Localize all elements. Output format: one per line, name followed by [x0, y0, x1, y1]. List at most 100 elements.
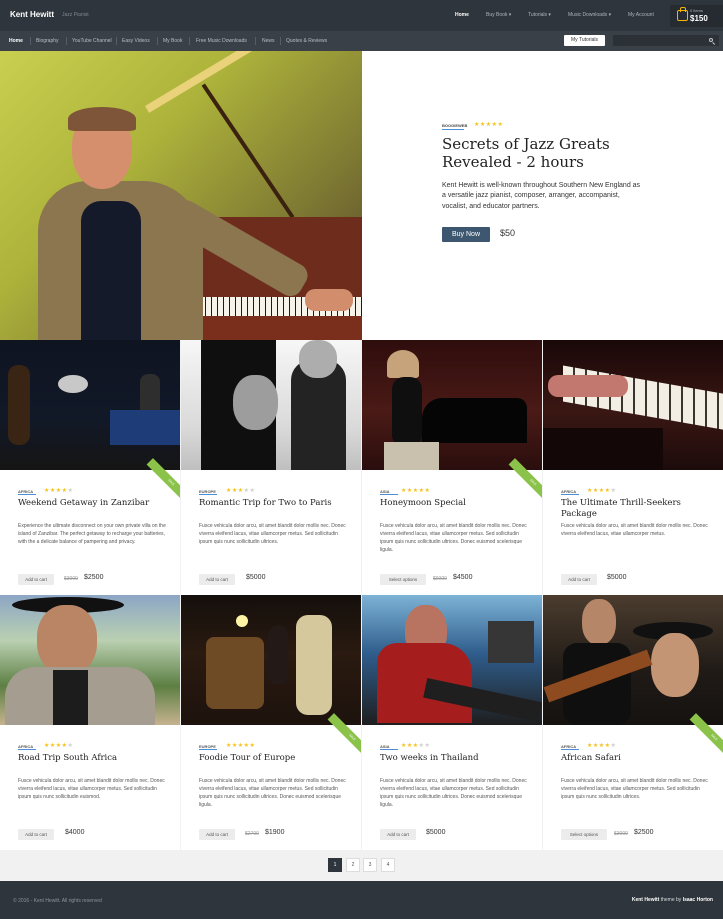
add-to-cart-button[interactable]: Add to cart — [18, 574, 54, 585]
old-price: $3000 — [64, 576, 78, 582]
nav-tutorials[interactable]: Tutorials ▾ — [528, 12, 551, 18]
face-shape — [582, 599, 616, 645]
page-3-button[interactable]: 3 — [363, 858, 377, 872]
theme-author-link[interactable]: Isaac Horton — [683, 897, 713, 903]
subnav-divider — [189, 37, 190, 45]
hero-price: $50 — [500, 228, 516, 238]
subnav-quotes-reviews[interactable]: Quotes & Reviews — [286, 38, 327, 44]
speaker-shape — [110, 410, 180, 445]
nav-home[interactable]: Home — [455, 12, 469, 18]
add-to-cart-button[interactable]: Add to cart — [199, 574, 235, 585]
product-body: SALE AFRICA ★★★★★ African Safari Fusce v… — [543, 713, 723, 850]
category-underline — [18, 749, 36, 750]
product-description: Fusce vehicula dolor arcu, sit amet blan… — [380, 778, 527, 808]
product-image[interactable] — [362, 595, 542, 725]
hero-photo[interactable] — [0, 51, 362, 340]
face-shape — [37, 605, 97, 675]
site-brand[interactable]: Kent Hewitt — [10, 10, 54, 19]
add-to-cart-button[interactable]: Add to cart — [199, 829, 235, 840]
product-image[interactable] — [0, 340, 180, 470]
subnav-my-book[interactable]: My Book — [163, 38, 182, 44]
product-card: ASIA ★★★★★ Two weeks in Thailand Fusce v… — [362, 595, 542, 850]
product-rating-stars: ★★★★★ — [44, 488, 74, 494]
piano-shape — [422, 398, 527, 443]
subnav-biography[interactable]: Biography — [36, 38, 59, 44]
musician-shape — [392, 377, 422, 447]
hero-title[interactable]: Secrets of Jazz Greats Revealed - 2 hour… — [442, 135, 662, 171]
select-options-button[interactable]: Select options — [561, 829, 607, 840]
hand-shape — [305, 289, 353, 311]
hand-shape — [548, 375, 628, 397]
product-image[interactable] — [181, 340, 361, 470]
search-icon[interactable] — [709, 38, 713, 42]
subnav-youtube-channel[interactable]: YouTube Channel — [72, 38, 112, 44]
subnav-free-music-downloads[interactable]: Free Music Downloads — [196, 38, 247, 44]
product-title[interactable]: African Safari — [561, 753, 711, 764]
hero-rating-stars: ★★★★★ — [474, 122, 504, 128]
nav-buy-book[interactable]: Buy Book ▾ — [486, 12, 511, 18]
page-1-button[interactable]: 1 — [328, 858, 342, 872]
nav-music-downloads[interactable]: Music Downloads ▾ — [568, 12, 611, 18]
category-underline — [442, 129, 464, 130]
select-options-button[interactable]: Select options — [380, 574, 426, 585]
shirt-shape — [53, 670, 88, 725]
product-price: $2500 — [84, 574, 104, 581]
add-to-cart-button[interactable]: Add to cart — [561, 574, 597, 585]
top-header: Kent Hewitt Jazz Pianist Home Buy Book ▾… — [0, 0, 723, 31]
product-image[interactable] — [543, 340, 723, 470]
subnav-divider — [280, 37, 281, 45]
piano-lid-shape — [145, 51, 312, 113]
cart-total: $150 — [690, 14, 708, 23]
product-rating-stars: ★★★★★ — [226, 488, 256, 494]
product-description: Fusce vehicula dolor arcu, sit amet blan… — [561, 778, 708, 800]
product-title[interactable]: The Ultimate Thrill-Seekers Package — [561, 498, 711, 520]
page-2-button[interactable]: 2 — [346, 858, 360, 872]
subnav-divider — [157, 37, 158, 45]
hero-category[interactable]: BOOGIEWEB — [442, 123, 467, 128]
product-title[interactable]: Road Trip South Africa — [18, 753, 168, 764]
product-image[interactable] — [543, 595, 723, 725]
product-price: $2500 — [634, 829, 654, 836]
product-title[interactable]: Weekend Getaway in Zanzibar — [18, 498, 168, 509]
face-shape — [233, 375, 278, 430]
add-to-cart-button[interactable]: Add to cart — [18, 829, 54, 840]
product-body: AFRICA ★★★★★ Road Trip South Africa Fusc… — [0, 725, 180, 850]
add-to-cart-button[interactable]: Add to cart — [380, 829, 416, 840]
product-image[interactable] — [181, 595, 361, 725]
subnav-home[interactable]: Home — [9, 38, 23, 44]
product-rating-stars: ★★★★★ — [226, 743, 256, 749]
product-description: Fusce vehicula dolor arcu, sit amet blan… — [18, 778, 165, 800]
featured-product: BOOGIEWEB ★★★★★ Secrets of Jazz Greats R… — [0, 51, 723, 340]
red-shirt-shape — [377, 643, 472, 723]
product-title[interactable]: Romantic Trip for Two to Paris — [199, 498, 349, 509]
product-card: EUROPE ★★★★★ Romantic Trip for Two to Pa… — [181, 340, 361, 595]
bass-player-shape — [8, 365, 30, 445]
product-price: $4000 — [65, 829, 85, 836]
buy-now-button[interactable]: Buy Now — [442, 227, 490, 242]
search-input[interactable] — [613, 35, 719, 46]
product-body: SALE AFRICA ★★★★★ Weekend Getaway in Zan… — [0, 458, 180, 595]
subnav-easy-videos[interactable]: Easy Videos — [122, 38, 150, 44]
product-card: AFRICA ★★★★★ The Ultimate Thrill-Seekers… — [543, 340, 723, 595]
subnav-news[interactable]: News — [262, 38, 275, 44]
theme-credit: Kent Hewitt theme by Isaac Horton — [632, 897, 713, 903]
nav-my-account[interactable]: My Account — [628, 12, 654, 18]
product-title[interactable]: Honeymoon Special — [380, 498, 530, 509]
product-card: SALE AFRICA ★★★★★ Weekend Getaway in Zan… — [0, 340, 180, 595]
product-image[interactable] — [362, 340, 542, 470]
drum-shape — [58, 375, 88, 393]
speaker-shape — [488, 621, 534, 663]
hat-shape — [387, 350, 419, 378]
singer-shape — [268, 625, 288, 685]
category-underline — [18, 494, 36, 495]
product-title[interactable]: Foodie Tour of Europe — [199, 753, 349, 764]
product-image[interactable] — [0, 595, 180, 725]
product-title[interactable]: Two weeks in Thailand — [380, 753, 530, 764]
my-tutorials-button[interactable]: My Tutorials — [564, 35, 605, 46]
product-rating-stars: ★★★★★ — [401, 743, 431, 749]
site-credit-name[interactable]: Kent Hewitt — [632, 897, 660, 903]
product-rating-stars: ★★★★★ — [401, 488, 431, 494]
page-4-button[interactable]: 4 — [381, 858, 395, 872]
cart-widget[interactable]: 0 items $150 — [670, 5, 723, 27]
product-body: SALE ASIA ★★★★★ Honeymoon Special Fusce … — [362, 458, 542, 595]
